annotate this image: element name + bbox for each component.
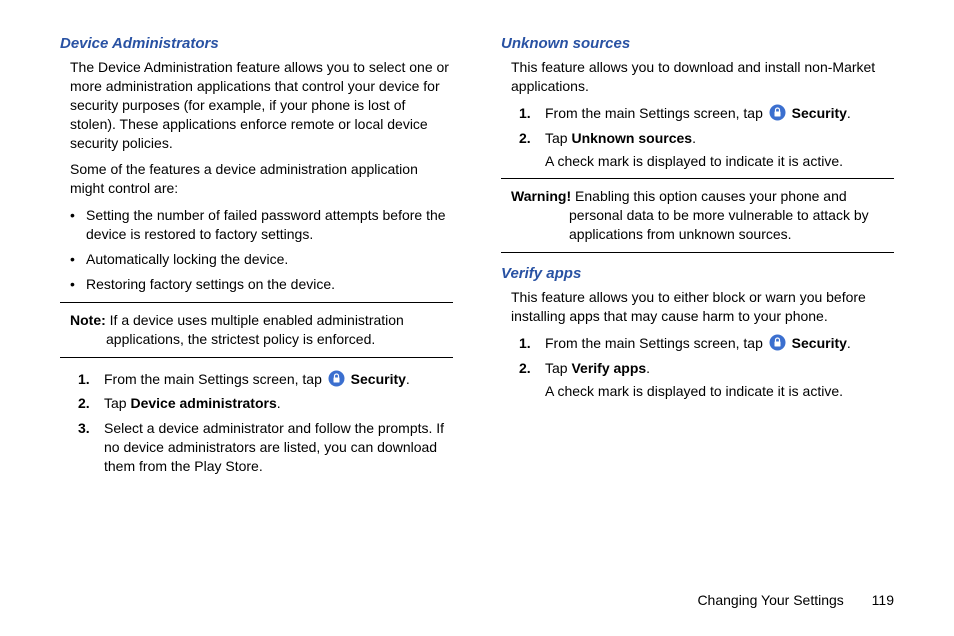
step-item: Tap Verify apps. A check mark is display… (519, 359, 894, 401)
steps-list-device-admin: From the main Settings screen, tap Secur… (60, 370, 453, 476)
heading-verify-apps: Verify apps (501, 265, 894, 282)
step-bold: Security (788, 105, 847, 121)
step-item: From the main Settings screen, tap Secur… (519, 104, 894, 123)
heading-device-administrators: Device Administrators (60, 35, 453, 52)
step-text: Tap (545, 130, 571, 146)
step-item: From the main Settings screen, tap Secur… (519, 334, 894, 353)
note-block: Note: If a device uses multiple enabled … (60, 302, 453, 358)
step-bold: Security (788, 335, 847, 351)
footer-title: Changing Your Settings (697, 592, 843, 608)
footer-page-number: 119 (872, 592, 894, 608)
step-text: . (692, 130, 696, 146)
step-subtext: A check mark is displayed to indicate it… (545, 152, 894, 171)
step-item: Tap Device administrators. (78, 394, 453, 413)
step-text: From the main Settings screen, tap (545, 105, 767, 121)
lock-icon (769, 104, 786, 121)
step-text: . (847, 105, 851, 121)
step-text: . (277, 395, 281, 411)
steps-list-verify: From the main Settings screen, tap Secur… (501, 334, 894, 401)
step-text: . (406, 371, 410, 387)
paragraph: Some of the features a device administra… (60, 160, 453, 198)
step-item: Tap Unknown sources. A check mark is dis… (519, 129, 894, 171)
step-subtext: A check mark is displayed to indicate it… (545, 382, 894, 401)
step-item: Select a device administrator and follow… (78, 419, 453, 476)
step-bold: Device administrators (130, 395, 276, 411)
page-footer: Changing Your Settings 119 (697, 592, 894, 608)
step-text: From the main Settings screen, tap (104, 371, 326, 387)
step-text: Tap (545, 360, 571, 376)
steps-list-unknown: From the main Settings screen, tap Secur… (501, 104, 894, 171)
step-text: Select a device administrator and follow… (104, 420, 444, 474)
paragraph: This feature allows you to download and … (501, 58, 894, 96)
step-item: From the main Settings screen, tap Secur… (78, 370, 453, 389)
heading-unknown-sources: Unknown sources (501, 35, 894, 52)
page-content: Device Administrators The Device Adminis… (60, 35, 894, 482)
warning-label: Warning! (511, 188, 571, 204)
bullet-list: Setting the number of failed password at… (60, 206, 453, 294)
paragraph: This feature allows you to either block … (501, 288, 894, 326)
warning-block: Warning! Enabling this option causes you… (501, 178, 894, 253)
bullet-item: Setting the number of failed password at… (70, 206, 453, 244)
warning-text: Enabling this option causes your phone a… (569, 188, 869, 242)
step-text: Tap (104, 395, 130, 411)
lock-icon (769, 334, 786, 351)
right-column: Unknown sources This feature allows you … (501, 35, 894, 482)
bullet-item: Restoring factory settings on the device… (70, 275, 453, 294)
step-text: . (847, 335, 851, 351)
step-text: . (646, 360, 650, 376)
note-label: Note: (70, 312, 106, 328)
step-bold: Security (347, 371, 406, 387)
step-text: From the main Settings screen, tap (545, 335, 767, 351)
paragraph: The Device Administration feature allows… (60, 58, 453, 152)
note-text: If a device uses multiple enabled admini… (106, 312, 404, 347)
lock-icon (328, 370, 345, 387)
step-bold: Unknown sources (571, 130, 692, 146)
bullet-item: Automatically locking the device. (70, 250, 453, 269)
step-bold: Verify apps (571, 360, 646, 376)
left-column: Device Administrators The Device Adminis… (60, 35, 453, 482)
